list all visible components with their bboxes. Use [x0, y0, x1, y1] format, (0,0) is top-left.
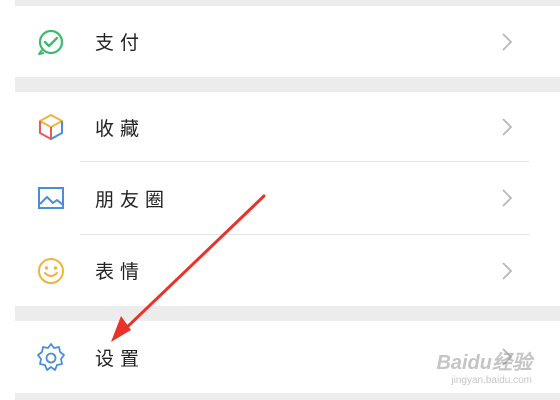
gear-icon: [35, 341, 67, 373]
menu-item-favorites-label: 收藏: [95, 117, 146, 140]
chevron-right-icon: [500, 187, 514, 209]
menu-item-pay-label: 支付: [95, 32, 146, 54]
smile-icon: [35, 255, 67, 287]
chevron-right-icon: [500, 260, 514, 282]
menu-item-settings-label: 设置: [95, 347, 146, 370]
watermark-url: jingyan.baidu.com: [451, 375, 532, 386]
bottom-band: [15, 393, 560, 400]
picture-icon: [35, 182, 67, 214]
menu-item-moments[interactable]: 朋友圈: [15, 162, 540, 234]
cube-icon: [35, 111, 67, 143]
menu-item-moments-label: 朋友圈: [95, 188, 171, 211]
watermark-title: Baidu经验: [436, 352, 532, 374]
watermark: Baidu经验 jingyan.baidu.com: [436, 346, 532, 386]
chevron-right-icon: [500, 116, 514, 138]
menu-item-stickers-label: 表情: [95, 261, 146, 283]
menu-item-stickers[interactable]: 表情: [15, 235, 540, 306]
section-gap-1: [15, 77, 560, 92]
pay-check-icon: [35, 26, 67, 58]
menu-item-pay[interactable]: 支付: [15, 6, 540, 77]
menu-item-favorites[interactable]: 收藏: [15, 92, 540, 162]
chevron-right-icon: [500, 31, 514, 53]
section-gap-2: [15, 306, 560, 321]
